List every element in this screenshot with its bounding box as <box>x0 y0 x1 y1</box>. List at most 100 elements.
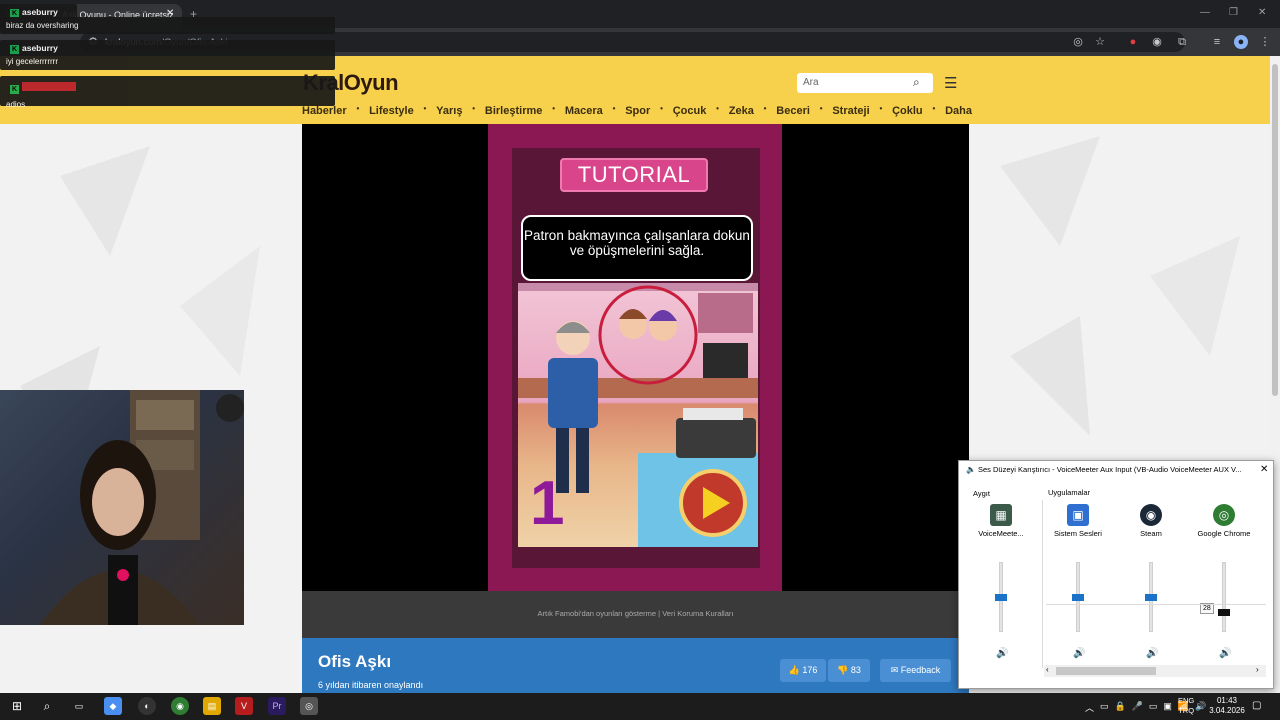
profile-avatar[interactable]: ● <box>1234 35 1248 49</box>
chat-username: aseburry <box>22 7 58 17</box>
nav-item[interactable]: Zeka <box>729 105 754 117</box>
scroll-right-icon[interactable]: › <box>1256 665 1259 674</box>
extension-record-icon[interactable]: ● <box>1126 35 1140 49</box>
nav-separator: • <box>763 104 767 113</box>
mixer-divider <box>1042 500 1043 668</box>
reading-list-icon[interactable]: ≡ <box>1210 35 1224 49</box>
file-explorer-icon[interactable]: ▤ <box>203 697 221 715</box>
volume-slider-thumb[interactable] <box>1218 609 1230 617</box>
eye-off-icon[interactable]: ◎ <box>1071 35 1085 49</box>
nav-item[interactable]: Çoklu <box>892 105 923 117</box>
game-footer-links[interactable]: Artık Famobi'dan oyunları gösterme | Ver… <box>302 591 969 638</box>
nav-separator: • <box>660 104 663 113</box>
search-icon[interactable]: ⌕ <box>913 75 920 90</box>
nav-item[interactable]: Strateji <box>832 105 869 117</box>
copilot-icon[interactable]: ◆ <box>104 697 122 715</box>
hamburger-menu-icon[interactable]: ☰ <box>944 74 957 92</box>
speaker-icon: 🔈 <box>966 465 976 474</box>
mute-speaker-icon[interactable]: 🔊 <box>1219 648 1231 659</box>
volume-slider-thumb[interactable] <box>1072 594 1084 601</box>
steam-icon[interactable]: ◉ <box>1140 504 1162 526</box>
kick-logo-icon: K <box>10 45 19 54</box>
minimize-icon[interactable]: — <box>1200 7 1210 18</box>
input-language[interactable]: ENG TRQ <box>1178 696 1194 716</box>
mute-speaker-icon[interactable]: 🔊 <box>1146 648 1158 659</box>
mixer-close-icon[interactable]: ✕ <box>1260 464 1268 475</box>
volume-tooltip: 28 <box>1200 603 1214 615</box>
clock[interactable]: 01:43 3.04.2026 <box>1207 696 1247 716</box>
volume-slider-track[interactable] <box>1222 562 1226 632</box>
nav-separator: • <box>423 104 427 113</box>
chat-message-text: iyi gecelerrrrrrr <box>6 57 58 66</box>
nav-separator: • <box>552 104 556 113</box>
clock-date: 3.04.2026 <box>1209 706 1245 715</box>
system-sounds-icon[interactable]: ▣ <box>1067 504 1089 526</box>
nav-item[interactable]: Çocuk <box>673 105 707 117</box>
step-number: 1 <box>530 469 565 538</box>
feedback-button[interactable]: ✉ Feedback <box>880 659 951 682</box>
tray-icons[interactable]: ▭🔒🎤▭▣📶🔊 <box>1100 701 1212 712</box>
extension-icon[interactable]: ◉ <box>1150 35 1164 49</box>
apps-label: Uygulamalar <box>1048 488 1091 497</box>
tray-chevron-icon[interactable]: ︿ <box>1085 701 1094 714</box>
like-count: 176 <box>802 665 818 675</box>
chrome-icon[interactable]: ◎ <box>1213 504 1235 526</box>
voicemeeter-taskbar-icon[interactable]: V <box>235 697 253 715</box>
app-icon[interactable]: ◎ <box>300 697 318 715</box>
nav-item[interactable]: Birleştirme <box>485 105 542 117</box>
channel-name: Steam <box>1140 529 1162 538</box>
webcam-overlay <box>0 390 244 625</box>
chat-message-text: biraz da oversharing <box>6 21 79 30</box>
thumbs-down-icon: 👎 <box>837 665 851 675</box>
nav-item[interactable]: Lifestyle <box>369 105 414 117</box>
censored-username <box>22 82 76 91</box>
kebab-menu-icon[interactable]: ⋮ <box>1258 35 1272 49</box>
channel-name: Sistem Sesleri <box>1054 529 1102 538</box>
nav-item[interactable]: Yarış <box>436 105 462 117</box>
approval-text: 6 yıldan itibaren onaylandı <box>318 680 424 690</box>
channel-name[interactable]: VoiceMeete... <box>966 529 1036 538</box>
instruction-bubble: Patron bakmayınca çalışanlara dokun ve ö… <box>521 215 753 281</box>
scrollbar-thumb[interactable] <box>1272 64 1278 396</box>
lang-top: ENG <box>1178 696 1195 705</box>
main-nav: Haberler • Lifestyle • Yarış • Birleştirme • Mac… <box>302 104 972 117</box>
nav-separator: • <box>932 104 936 113</box>
chrome-taskbar-icon[interactable]: ◉ <box>171 697 189 715</box>
bookmark-star-icon[interactable]: ☆ <box>1093 35 1107 49</box>
restore-icon[interactable]: ❐ <box>1229 7 1238 18</box>
dislike-button[interactable]: 👎 83 <box>828 659 870 682</box>
nav-separator: • <box>356 104 360 113</box>
chat-message: biraz da oversharing <box>0 17 335 34</box>
nav-item[interactable]: Daha <box>945 105 972 117</box>
volume-slider-thumb[interactable] <box>1145 594 1157 601</box>
notifications-icon[interactable]: ▢ <box>1252 700 1261 711</box>
chat-message-text: adios <box>6 100 26 109</box>
extensions-puzzle-icon[interactable]: ⧉ <box>1175 35 1189 49</box>
windows-start-icon[interactable]: ⊞ <box>8 697 26 715</box>
like-button[interactable]: 👍 176 <box>780 659 826 682</box>
chat-message: K adios <box>0 76 335 109</box>
lang-bottom: TRQ <box>1178 706 1195 715</box>
volume-slider-thumb[interactable] <box>995 594 1007 601</box>
close-window-icon[interactable]: ✕ <box>1258 7 1266 18</box>
chat-username: aseburry <box>22 43 58 53</box>
game-scene[interactable]: 1 <box>518 283 758 547</box>
voicemeeter-icon[interactable]: ▦ <box>990 504 1012 526</box>
nav-separator: • <box>716 104 719 113</box>
search-taskbar-icon[interactable]: ⌕ <box>38 697 56 715</box>
nav-item[interactable]: Macera <box>565 105 603 117</box>
mixer-scrollbar-thumb[interactable] <box>1056 667 1156 675</box>
nav-separator: • <box>819 104 823 113</box>
tutorial-banner: TUTORIAL <box>560 158 708 192</box>
mute-speaker-icon[interactable]: 🔊 <box>996 648 1008 659</box>
device-label: Aygıt <box>973 489 990 498</box>
app-icon[interactable]: ◐ <box>138 697 156 715</box>
task-view-icon[interactable]: ▭ <box>70 697 88 715</box>
nav-item[interactable]: Beceri <box>776 105 810 117</box>
game-title: Ofis Aşkı <box>318 652 392 671</box>
nav-item[interactable]: Spor <box>625 105 650 117</box>
mute-speaker-icon[interactable]: 🔊 <box>1073 648 1085 659</box>
mixer-title: Ses Düzeyi Karıştırıcı - VoiceMeeter Aux… <box>978 465 1242 474</box>
scroll-left-icon[interactable]: ‹ <box>1046 665 1049 674</box>
premiere-pro-icon[interactable]: Pr <box>268 697 286 715</box>
